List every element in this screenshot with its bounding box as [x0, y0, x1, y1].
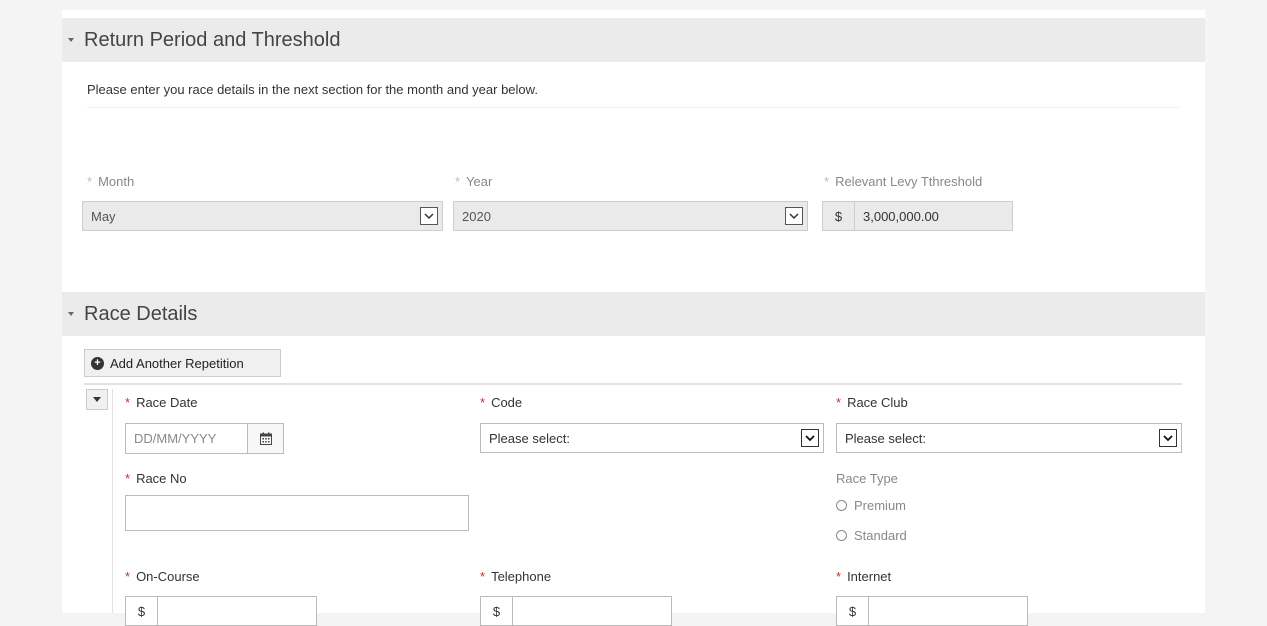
label-text: Race Date	[136, 395, 198, 410]
required-marker: *	[125, 395, 131, 410]
year-select[interactable]: 2020	[453, 201, 808, 231]
race-no-input[interactable]	[125, 495, 469, 531]
chevron-down-icon[interactable]	[1159, 429, 1177, 447]
section-header-race-details[interactable]: Race Details	[62, 292, 1205, 336]
caret-down-icon[interactable]	[68, 38, 74, 42]
caret-down-icon[interactable]	[68, 312, 74, 316]
race-date-input[interactable]: DD/MM/YYYY	[125, 423, 284, 454]
date-placeholder: DD/MM/YYYY	[134, 431, 217, 446]
chevron-down-icon[interactable]	[785, 207, 803, 225]
chevron-down-icon[interactable]	[801, 429, 819, 447]
selected-value: 2020	[462, 208, 491, 224]
collapse-repetition-button[interactable]	[86, 389, 108, 410]
race-date-label: * Race Date	[125, 395, 197, 410]
race-club-select[interactable]: Please select:	[836, 423, 1182, 453]
caret-down-icon	[93, 397, 101, 402]
button-label: Add Another Repetition	[110, 355, 244, 371]
calendar-icon[interactable]	[247, 424, 283, 453]
currency-symbol: $	[823, 202, 855, 230]
radio-standard[interactable]: Standard	[836, 528, 907, 543]
amount-field[interactable]	[869, 597, 1027, 625]
required-marker: *	[125, 471, 131, 486]
telephone-label: * Telephone	[480, 569, 551, 584]
currency-symbol: $	[837, 597, 869, 625]
form-page: Return Period and Threshold Please enter…	[62, 10, 1205, 626]
code-select[interactable]: Please select:	[480, 423, 824, 453]
repetition-divider	[84, 383, 1182, 385]
month-label: * Month	[87, 174, 134, 189]
currency-symbol: $	[126, 597, 158, 625]
selected-value: Please select:	[489, 430, 570, 446]
threshold-label: * Relevant Levy Tthreshold	[824, 174, 982, 189]
on-course-input[interactable]: $	[125, 596, 317, 626]
threshold-value: 3,000,000.00	[863, 208, 939, 224]
required-marker: *	[824, 174, 830, 189]
on-course-label: * On-Course	[125, 569, 200, 584]
required-marker: *	[836, 569, 842, 584]
label-text: On-Course	[136, 569, 200, 584]
label-text: Internet	[847, 569, 892, 584]
internet-input[interactable]: $	[836, 596, 1028, 626]
currency-symbol: $	[481, 597, 513, 625]
month-select[interactable]: May	[82, 201, 443, 231]
required-marker: *	[480, 395, 486, 410]
race-club-label: * Race Club	[836, 395, 908, 410]
radio-premium[interactable]: Premium	[836, 498, 906, 513]
radio-label: Premium	[854, 498, 907, 513]
section-header-return-period[interactable]: Return Period and Threshold	[62, 18, 1205, 62]
selected-value: May	[91, 208, 116, 224]
label-text: Month	[98, 174, 135, 189]
divider	[87, 107, 1179, 108]
radio-circle-icon[interactable]	[836, 500, 847, 511]
race-no-label: * Race No	[125, 471, 187, 486]
required-marker: *	[87, 174, 93, 189]
plus-circle-icon: +	[91, 356, 104, 370]
race-type-label: Race Type	[836, 471, 898, 486]
label-text: Code	[491, 395, 523, 410]
telephone-input[interactable]: $	[480, 596, 672, 626]
internet-label: * Internet	[836, 569, 891, 584]
amount-field[interactable]	[158, 597, 316, 625]
code-label: * Code	[480, 395, 522, 410]
amount-field[interactable]	[513, 597, 671, 625]
label-text: Race No	[136, 471, 187, 486]
required-marker: *	[455, 174, 461, 189]
radio-circle-icon[interactable]	[836, 530, 847, 541]
label-text: Relevant Levy Tthreshold	[835, 174, 983, 189]
selected-value: Please select:	[845, 430, 926, 446]
year-label: * Year	[455, 174, 492, 189]
required-marker: *	[836, 395, 842, 410]
add-repetition-button[interactable]: + Add Another Repetition	[84, 349, 281, 377]
radio-label: Standard	[854, 528, 907, 543]
repetition-border	[112, 389, 113, 613]
intro-text: Please enter you race details in the nex…	[87, 82, 538, 97]
required-marker: *	[480, 569, 486, 584]
label-text: Telephone	[491, 569, 552, 584]
required-marker: *	[125, 569, 131, 584]
section-title: Race Details	[84, 302, 198, 325]
threshold-field: $ 3,000,000.00	[822, 201, 1013, 231]
label-text: Year	[466, 174, 493, 189]
label-text: Race Club	[847, 395, 908, 410]
section-title: Return Period and Threshold	[84, 28, 341, 51]
chevron-down-icon[interactable]	[420, 207, 438, 225]
